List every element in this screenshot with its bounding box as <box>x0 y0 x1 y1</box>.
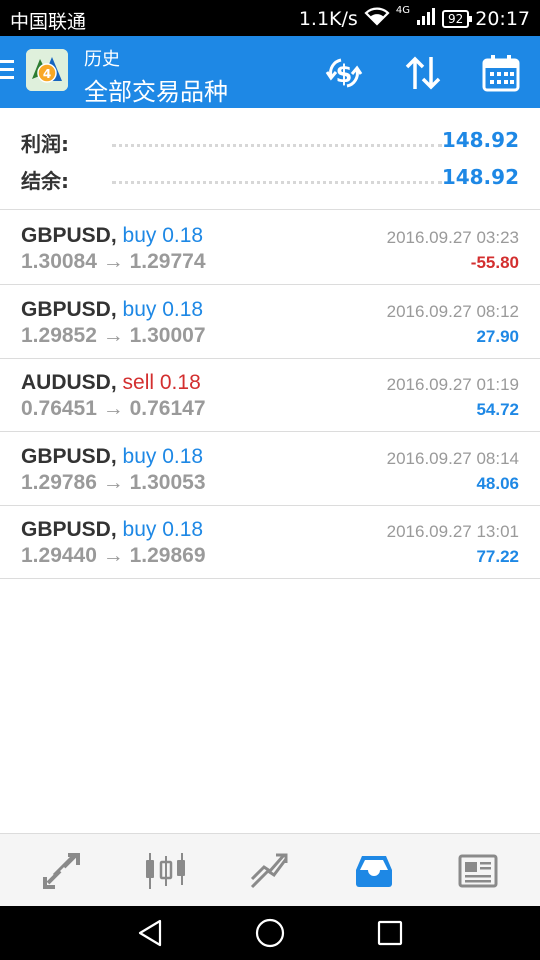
trade-icon[interactable] <box>216 834 324 907</box>
deal-time: 2016.09.27 01:19 <box>386 375 519 394</box>
arrow-icon: → <box>102 397 124 420</box>
deal-time: 2016.09.27 13:01 <box>386 522 519 541</box>
deal-row[interactable]: GBPUSD, buy 0.18 1.29852 → 1.30007 2016.… <box>0 285 540 359</box>
balance-row: 结余: 148.92 <box>0 161 540 195</box>
deal-side: buy <box>122 298 157 321</box>
signal-icon <box>416 6 436 31</box>
calendar-icon[interactable] <box>479 52 523 94</box>
deal-symbol: GBPUSD <box>21 298 111 321</box>
carrier-name: 中国联通 <box>10 11 87 33</box>
deal-open-price: 1.29786 <box>21 471 97 494</box>
deal-profit: -55.80 <box>470 253 519 272</box>
chart-icon[interactable] <box>112 834 220 907</box>
back-icon[interactable] <box>120 906 180 960</box>
history-icon[interactable] <box>320 834 428 907</box>
deal-row[interactable]: GBPUSD, buy 0.18 1.29440 → 1.29869 2016.… <box>0 505 540 579</box>
deal-profit: 54.72 <box>476 400 519 419</box>
clock: 20:17 <box>475 7 530 30</box>
deal-row[interactable]: GBPUSD, buy 0.18 1.29786 → 1.30053 2016.… <box>0 432 540 506</box>
deal-profit: 27.90 <box>476 327 519 346</box>
metatrader-logo[interactable]: 4 <box>26 49 68 91</box>
deal-close-price: 1.30053 <box>129 471 206 494</box>
home-icon[interactable] <box>240 906 300 960</box>
deal-close-price: 1.30007 <box>129 324 206 347</box>
deal-side: buy <box>122 518 157 541</box>
news-icon[interactable] <box>424 834 532 907</box>
arrow-icon: → <box>102 250 124 273</box>
sort-icon[interactable] <box>401 52 445 94</box>
history-summary: 利润: 148.92 结余: 148.92 <box>0 108 540 210</box>
deal-open-price: 1.30084 <box>21 250 97 273</box>
deal-side: sell <box>122 371 155 394</box>
page-subtitle: 历史 <box>84 49 120 70</box>
battery-level: 92 <box>447 11 464 26</box>
deal-time: 2016.09.27 08:12 <box>386 302 519 321</box>
deal-row[interactable]: GBPUSD, buy 0.18 1.30084 → 1.29774 2016.… <box>0 211 540 285</box>
deal-time: 2016.09.27 03:23 <box>386 228 519 247</box>
deal-symbol: GBPUSD <box>21 445 111 468</box>
deal-volume: 0.18 <box>162 298 204 321</box>
quotes-icon[interactable] <box>8 834 116 907</box>
page-title[interactable]: 全部交易品种 <box>84 72 228 107</box>
deal-row[interactable]: AUDUSD, sell 0.18 0.76451 → 0.76147 2016… <box>0 358 540 432</box>
bottom-navigation <box>0 833 540 906</box>
app-bar: 4 历史 全部交易品种 $ <box>0 36 540 108</box>
battery-icon: 92 <box>441 9 473 28</box>
svg-text:4: 4 <box>43 67 51 81</box>
deal-open-price: 0.76451 <box>21 397 97 420</box>
arrow-icon: → <box>102 324 124 347</box>
balance-label: 结余: <box>21 169 69 193</box>
deal-close-price: 1.29869 <box>129 544 206 567</box>
profit-label: 利润: <box>21 132 69 156</box>
network-type: 4G <box>395 5 410 16</box>
status-bar: 中国联通 1.1K/s 4G 92 20:17 <box>0 0 540 36</box>
deal-side: buy <box>122 445 157 468</box>
deal-symbol: AUDUSD <box>21 371 111 394</box>
deal-volume: 0.18 <box>159 371 201 394</box>
wifi-icon <box>364 6 390 31</box>
deal-side: buy <box>122 224 157 247</box>
arrow-icon: → <box>102 544 124 567</box>
profit-row: 利润: 148.92 <box>0 124 540 158</box>
deal-symbol: GBPUSD <box>21 224 111 247</box>
menu-icon[interactable] <box>0 60 14 84</box>
dot-leader <box>112 144 442 147</box>
currency-exchange-icon[interactable]: $ <box>322 52 366 94</box>
profit-value: 148.92 <box>441 128 519 152</box>
deal-time: 2016.09.27 08:14 <box>386 449 519 468</box>
deal-open-price: 1.29440 <box>21 544 97 567</box>
deal-profit: 48.06 <box>476 474 519 493</box>
deal-symbol: GBPUSD <box>21 518 111 541</box>
system-navigation <box>0 906 540 960</box>
deal-open-price: 1.29852 <box>21 324 97 347</box>
recents-icon[interactable] <box>360 906 420 960</box>
deal-close-price: 0.76147 <box>129 397 206 420</box>
deal-close-price: 1.29774 <box>129 250 206 273</box>
deal-volume: 0.18 <box>162 224 204 247</box>
network-speed: 1.1K/s <box>298 7 358 30</box>
deal-volume: 0.18 <box>162 445 204 468</box>
deal-volume: 0.18 <box>162 518 204 541</box>
deal-profit: 77.22 <box>476 547 519 566</box>
arrow-icon: → <box>102 471 124 494</box>
dot-leader <box>112 181 442 184</box>
balance-value: 148.92 <box>441 165 519 189</box>
